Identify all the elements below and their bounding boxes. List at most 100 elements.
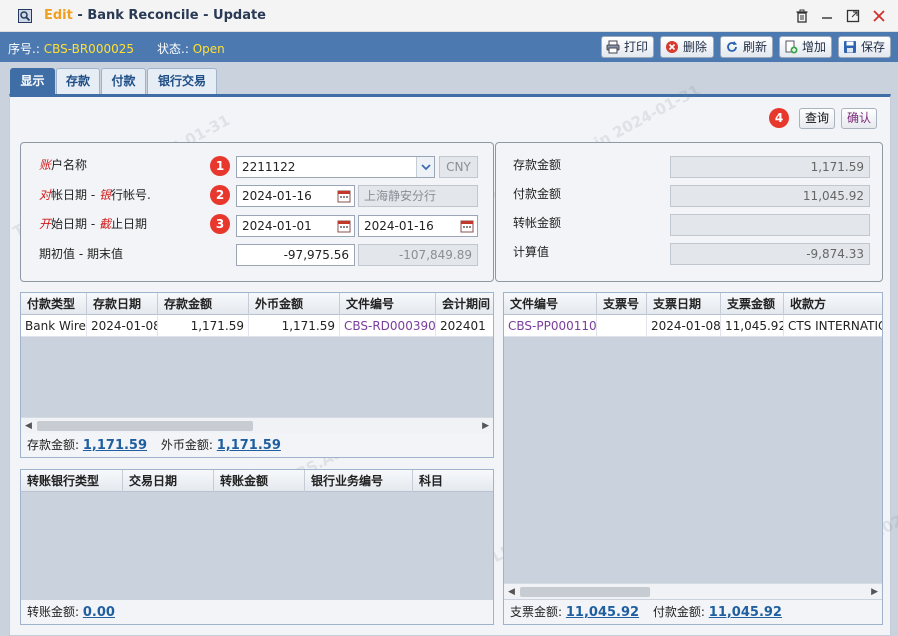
table-row[interactable]: CBS-PP000110 2024-01-08 11,045.92 CTS IN… — [504, 315, 882, 337]
refresh-icon — [725, 40, 739, 54]
column-header[interactable]: 文件编号 — [504, 293, 597, 315]
payment-footer-label: 付款金额: — [652, 605, 705, 619]
add-button[interactable]: 增加 — [779, 36, 832, 58]
print-button[interactable]: 打印 — [601, 36, 654, 58]
step-badge-1: 1 — [210, 156, 230, 176]
chevron-down-icon[interactable] — [416, 157, 434, 177]
payment-total-label: 付款金额 — [513, 187, 562, 201]
bank-account-field: 上海静安分行 — [358, 185, 478, 207]
tab-display[interactable]: 显示 — [10, 68, 55, 94]
save-button[interactable]: 保存 — [838, 36, 891, 58]
payment-footer-total[interactable]: 11,045.92 — [709, 605, 782, 620]
scroll-thumb[interactable] — [37, 421, 253, 431]
cell-cheque-no — [597, 315, 647, 337]
calendar-icon[interactable] — [337, 189, 351, 203]
calendar-icon[interactable] — [460, 219, 474, 233]
column-header[interactable]: 交易日期 — [123, 470, 214, 492]
deposit-footer-total[interactable]: 1,171.59 — [83, 438, 147, 453]
cell-doc-no[interactable]: CBS-RD000390 — [340, 315, 436, 337]
window-title: Edit - Bank Reconcile - Update — [44, 8, 266, 23]
step-badge-2: 2 — [210, 185, 230, 205]
refresh-button[interactable]: 刷新 — [720, 36, 773, 58]
query-button[interactable]: 查询 — [799, 108, 835, 129]
horizontal-scrollbar[interactable]: ◀ ▶ — [21, 417, 493, 433]
delete-label: 删除 — [683, 40, 708, 54]
scroll-left-icon[interactable]: ◀ — [25, 421, 32, 431]
column-header[interactable]: 支票日期 — [647, 293, 721, 315]
deposit-total-field: 1,171.59 — [670, 156, 870, 178]
add-icon — [784, 40, 798, 54]
trash-icon[interactable] — [794, 8, 810, 24]
column-header[interactable]: 科目 — [413, 470, 493, 492]
step-badge-3: 3 — [210, 214, 230, 234]
horizontal-scrollbar[interactable]: ◀ ▶ — [504, 583, 882, 599]
end-date-input[interactable]: 2024-01-16 — [358, 215, 478, 237]
delete-button[interactable]: 删除 — [660, 36, 714, 58]
transfer-footer-label: 转账金额: — [27, 605, 80, 619]
cell-doc-no[interactable]: CBS-PP000110 — [504, 315, 597, 337]
transfer-grid: 转账银行类型 交易日期 转账金额 银行业务编号 科目 转账金额: 0.00 — [20, 469, 494, 625]
scroll-right-icon[interactable]: ▶ — [871, 587, 878, 597]
balances-label: 期初值 - 期末值 — [39, 247, 123, 261]
payment-grid: 文件编号 支票号 支票日期 支票金额 收款方 CBS-PP000110 2024… — [503, 292, 883, 625]
deposit-grid: 付款类型 存款日期 存款金额 外币金额 文件编号 会计期间 Bank Wire … — [20, 292, 494, 458]
opening-balance-input[interactable]: -97,975.56 — [236, 244, 355, 266]
tab-deposit[interactable]: 存款 — [56, 68, 100, 94]
deposit-total-label: 存款金额 — [513, 158, 562, 172]
column-header[interactable]: 转账银行类型 — [21, 470, 123, 492]
tab-bank-transactions[interactable]: 银行交易 — [147, 68, 217, 94]
scroll-thumb[interactable] — [520, 587, 650, 597]
column-header[interactable]: 支票号 — [597, 293, 647, 315]
account-name-select[interactable]: 2211122 — [236, 156, 435, 178]
column-header[interactable]: 文件编号 — [340, 293, 436, 315]
account-name-label: 账户名称 — [39, 158, 88, 172]
delete-icon — [665, 40, 679, 54]
close-icon[interactable] — [871, 8, 887, 24]
end-date-value: 2024-01-16 — [364, 219, 434, 233]
save-icon — [843, 40, 857, 54]
minimize-icon[interactable] — [819, 8, 835, 24]
column-header[interactable]: 会计期间 — [436, 293, 493, 315]
status-label: 状态.: — [157, 42, 189, 56]
display-panel: TLKA.CBS.Admin 2024-01-31 TLKA.CBS.Admin… — [9, 81, 898, 636]
column-header[interactable]: 支票金额 — [721, 293, 784, 315]
transfer-grid-footer: 转账金额: 0.00 — [21, 600, 493, 624]
magnifier-icon — [18, 9, 32, 23]
account-name-value: 2211122 — [242, 160, 296, 174]
deposit-grid-header: 付款类型 存款日期 存款金额 外币金额 文件编号 会计期间 — [21, 293, 493, 315]
column-header[interactable]: 外币金额 — [249, 293, 340, 315]
transfer-total-field — [670, 214, 870, 236]
status-field: 状态.: Open — [157, 40, 225, 57]
statement-date-input[interactable]: 2024-01-16 — [236, 185, 355, 207]
printer-icon — [606, 40, 620, 54]
calendar-icon[interactable] — [337, 219, 351, 233]
confirm-button[interactable]: 确认 — [841, 108, 877, 129]
tab-payment[interactable]: 付款 — [101, 68, 146, 94]
add-label: 增加 — [802, 40, 827, 54]
column-header[interactable]: 收款方 — [784, 293, 882, 315]
doc-no-label: 序号.: — [8, 42, 40, 56]
cheque-footer-total[interactable]: 11,045.92 — [566, 605, 639, 620]
column-header[interactable]: 付款类型 — [21, 293, 87, 315]
fx-footer-label: 外币金额: — [160, 438, 213, 452]
maximize-icon[interactable] — [845, 8, 861, 24]
date-range-label: 开始日期 - 截止日期 — [39, 217, 148, 231]
cell-fx-amount: 1,171.59 — [249, 315, 340, 337]
criteria-box: 账户名称 1 2211122 CNY 对帐日期 - 银行帐号. 2 2024-0… — [20, 142, 494, 282]
column-header[interactable]: 存款金额 — [158, 293, 249, 315]
window-titlebar: Edit - Bank Reconcile - Update — [0, 0, 898, 32]
table-row[interactable]: Bank Wire 2024-01-08 1,171.59 1,171.59 C… — [21, 315, 493, 337]
cell-payee: CTS INTERNATIONAL — [784, 315, 882, 337]
scroll-left-icon[interactable]: ◀ — [508, 587, 515, 597]
cell-amount: 11,045.92 — [721, 315, 784, 337]
status-value: Open — [192, 42, 225, 56]
column-header[interactable]: 转账金额 — [214, 470, 305, 492]
transfer-footer-total[interactable]: 0.00 — [83, 605, 115, 620]
fx-footer-total[interactable]: 1,171.59 — [217, 438, 281, 453]
column-header[interactable]: 存款日期 — [87, 293, 158, 315]
statement-date-value: 2024-01-16 — [242, 189, 312, 203]
start-date-input[interactable]: 2024-01-01 — [236, 215, 355, 237]
scroll-right-icon[interactable]: ▶ — [482, 421, 489, 431]
column-header[interactable]: 银行业务编号 — [305, 470, 413, 492]
save-label: 保存 — [861, 40, 886, 54]
